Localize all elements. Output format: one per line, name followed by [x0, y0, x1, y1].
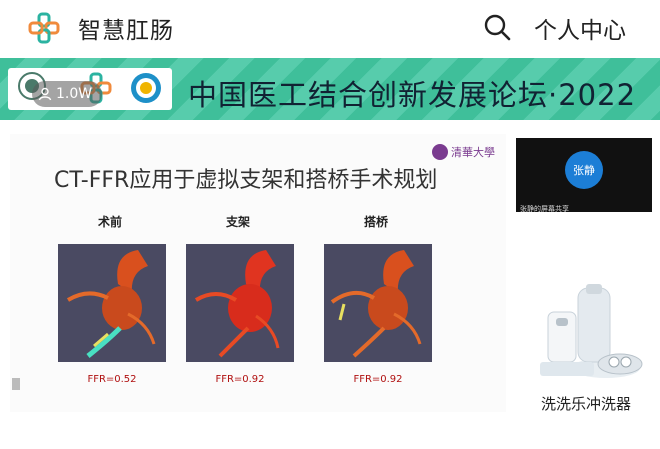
app-page: 智慧肛肠 个人中心 1.0W 中国医工结合创新发展论坛·2022 CT-FFR应…	[0, 0, 660, 449]
column-label-bypass: 搭桥	[363, 215, 388, 229]
heart-model-stent	[186, 244, 294, 362]
search-icon[interactable]	[482, 12, 512, 42]
viewer-count: 1.0W	[56, 86, 93, 102]
university-seal-icon	[432, 144, 448, 160]
user-icon	[38, 87, 52, 101]
viewer-count-badge: 1.0W	[32, 81, 103, 107]
app-header: 智慧肛肠 个人中心	[0, 0, 660, 56]
banner-title: 中国医工结合创新发展论坛·2022	[188, 78, 637, 112]
presentation-slide[interactable]: CT-FFR应用于虚拟支架和搭桥手术规划 清華大學 术前 支架 搭桥 FFR=0…	[10, 134, 506, 412]
association-seal-icon	[131, 73, 161, 103]
university-name: 清華大學	[451, 146, 495, 159]
university-logo: 清華大學	[432, 144, 495, 160]
personal-center-link[interactable]: 个人中心	[534, 11, 626, 45]
slide-title: CT-FFR应用于虚拟支架和搭桥手术规划	[54, 168, 438, 193]
heart-model-preop	[58, 244, 166, 362]
column-label-preop: 术前	[97, 215, 122, 229]
cross-logo-icon	[28, 12, 60, 44]
ffr-value-bypass: FFR=0.92	[353, 374, 403, 385]
heart-model-bypass	[324, 244, 432, 362]
slide-page-marker	[12, 378, 20, 390]
ffr-value-stent: FFR=0.92	[215, 374, 265, 385]
ffr-value-preop: FFR=0.52	[87, 374, 137, 385]
product-image[interactable]	[534, 282, 646, 382]
product-name[interactable]: 洗洗乐冲洗器	[541, 393, 631, 414]
screen-share-caption: 张静的屏幕共享	[520, 205, 569, 213]
column-label-stent: 支架	[225, 215, 250, 229]
app-title: 智慧肛肠	[78, 18, 174, 44]
presenter-avatar: 张静	[565, 151, 603, 189]
